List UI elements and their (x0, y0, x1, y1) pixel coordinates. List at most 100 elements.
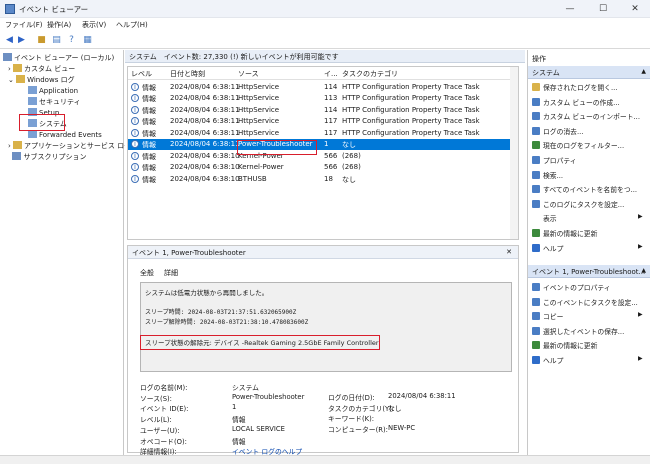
menu-action[interactable]: 操作(A) (47, 20, 71, 30)
action-label: 表示 (543, 215, 557, 224)
action-item[interactable]: 現在のログをフィルター... (532, 140, 624, 150)
help-icon (532, 243, 540, 252)
prop-label: ソース(S): (140, 394, 172, 403)
detail-title: イベント 1, Power-Troubleshooter (128, 246, 518, 259)
action-item[interactable]: ログの消去... (532, 126, 583, 136)
col-event-id[interactable]: イ... (324, 69, 338, 79)
table-row[interactable]: i 情報 2024/08/04 6:38:11 Power-Troubleshoote… (128, 138, 518, 150)
row-source: Kernel-Power (238, 163, 284, 171)
console-tree-icon[interactable]: ▤ (51, 35, 62, 46)
action-item[interactable]: コピー ▶ (532, 311, 643, 321)
forward-arrow-icon[interactable]: ▶ (16, 35, 27, 46)
tree-item-system[interactable]: システム (28, 119, 67, 129)
table-row[interactable]: i 情報 2024/08/04 6:38:11 HttpService 114 HTTP … (128, 104, 518, 116)
info-icon: i (131, 151, 139, 160)
tree-windows-logs[interactable]: ⌄ Windows ログ (8, 75, 75, 85)
back-arrow-icon[interactable]: ◀ (4, 35, 15, 46)
folder-icon (13, 64, 23, 72)
action-label: このイベントにタスクを設定... (543, 298, 638, 307)
action-item[interactable]: 保存されたログを開く... (532, 82, 617, 92)
prop-label: オペコード(O): (140, 437, 187, 446)
close-icon[interactable]: ✕ (506, 248, 512, 256)
action-item[interactable]: 最新の情報に更新 (532, 228, 597, 238)
table-row[interactable]: i 情報 2024/08/04 6:38:10 Kernel-Power 566 (268… (128, 162, 518, 174)
row-source: HttpService (238, 82, 280, 91)
menu-help[interactable]: ヘルプ(H) (116, 20, 148, 30)
log-icon (28, 86, 37, 94)
row-task-category: HTTP Configuration Property Trace Task (342, 117, 480, 125)
action-pane-icon[interactable]: ▦ (82, 35, 93, 46)
action-item[interactable]: 検索... (532, 170, 563, 180)
center-pane: システム イベント数: 27,330 (!) 新しいイベントが利用可能です レベ… (125, 50, 525, 456)
folder-icon[interactable]: ■ (36, 35, 47, 46)
action-item[interactable]: 表示 ▶ (532, 213, 643, 224)
row-event-id: 117 (324, 117, 338, 125)
col-datetime[interactable]: 日付と時刻 (170, 69, 205, 79)
action-item[interactable]: このイベントにタスクを設定... (532, 297, 638, 307)
tab-details[interactable]: 詳細 (164, 268, 178, 278)
table-row[interactable]: i 情報 2024/08/04 6:38:10 Kernel-Power 566 (268… (128, 150, 518, 162)
tree-root[interactable]: イベント ビューアー (ローカル) (3, 53, 114, 63)
menu-file[interactable]: ファイル(F) (5, 20, 43, 30)
action-label: 選択したイベントの保存... (543, 327, 625, 336)
action-item[interactable]: すべてのイベントを名前をつ... (532, 184, 637, 194)
action-item[interactable]: カスタム ビューの作成... (532, 97, 620, 107)
message-line-2: スリープ時間: 2024-08-03T21:37:51.632065900Z (145, 309, 297, 316)
table-row[interactable]: i 情報 2024/08/04 6:38:11 HttpService 113 HTTP … (128, 93, 518, 105)
table-row[interactable]: i 情報 2024/08/04 6:38:11 HttpService 117 HTTP … (128, 116, 518, 128)
prop-label: コンピューター(R): (328, 426, 388, 435)
tree-subscriptions[interactable]: サブスクリプション (8, 152, 86, 162)
tree-item-forwarded[interactable]: Forwarded Events (28, 130, 102, 140)
col-task-category[interactable]: タスクのカテゴリ (342, 69, 398, 79)
info-icon: i (131, 174, 139, 183)
action-item[interactable]: このログにタスクを設定... (532, 199, 624, 209)
info-icon: i (131, 105, 139, 114)
action-item[interactable]: カスタム ビューのインポート... (532, 111, 640, 121)
row-event-id: 114 (324, 82, 338, 91)
row-level: 情報 (142, 141, 156, 149)
table-row[interactable]: i 情報 2024/08/04 6:38:11 HttpService 114 HTTP … (128, 81, 518, 93)
help-icon[interactable]: ? (66, 35, 77, 46)
event-viewer-icon (5, 4, 15, 14)
tree-item-security[interactable]: セキュリティ (28, 97, 81, 107)
row-task-category: HTTP Configuration Property Trace Task (342, 82, 480, 91)
menu-view[interactable]: 表示(V) (82, 20, 106, 30)
actions-section-event[interactable]: イベント 1, Power-Troubleshoot... ▲ (528, 265, 650, 278)
row-task-category: なし (342, 141, 356, 149)
action-item[interactable]: イベントのプロパティ (532, 282, 611, 292)
event-list-scrollbar[interactable] (510, 67, 518, 239)
prop-value: 情報 (232, 416, 246, 425)
row-task-category: (268) (342, 163, 361, 171)
view-icon (532, 214, 540, 223)
prop-value: 1 (232, 403, 237, 412)
row-source: HttpService (238, 105, 280, 114)
prop-label: タスクのカテゴリ(Y): (328, 404, 395, 413)
table-row[interactable]: i 情報 2024/08/04 6:38:10 BTHUSB 18 なし (128, 173, 518, 185)
row-datetime: 2024/08/04 6:38:11 (170, 117, 240, 125)
close-button[interactable]: ✕ (620, 0, 650, 18)
minimize-button[interactable]: — (555, 0, 585, 18)
window-title: イベント ビューアー (19, 5, 89, 14)
tree-custom-views[interactable]: › カスタム ビュー (8, 64, 75, 74)
table-row[interactable]: i 情報 2024/08/04 6:38:11 HttpService 117 HTTP … (128, 127, 518, 139)
actions-header: 操作 (528, 52, 650, 65)
filter-icon (532, 141, 540, 150)
action-item[interactable]: 最新の情報に更新 (532, 340, 597, 350)
action-item[interactable]: ヘルプ ▶ (532, 355, 643, 365)
console-tree: イベント ビューアー (ローカル) › カスタム ビュー ⌄ Windows ロ… (0, 50, 131, 455)
action-item[interactable]: ヘルプ ▶ (532, 243, 643, 253)
col-level[interactable]: レベル (131, 69, 152, 79)
maximize-button[interactable]: ☐ (588, 0, 618, 18)
action-item[interactable]: プロパティ (532, 155, 577, 165)
col-source[interactable]: ソース (238, 69, 259, 79)
submenu-arrow-icon: ▶ (638, 311, 643, 319)
properties-icon (532, 156, 540, 164)
tree-apps-services[interactable]: › アプリケーションとサービス ログ (8, 141, 131, 151)
tree-item-setup[interactable]: Setup (28, 108, 59, 118)
tab-general[interactable]: 全般 (140, 268, 154, 278)
actions-section-system[interactable]: システム ▲ (528, 66, 650, 79)
action-item[interactable]: 選択したイベントの保存... (532, 326, 624, 336)
properties-icon (532, 283, 540, 291)
tree-item-application[interactable]: Application (28, 86, 78, 96)
action-label: カスタム ビューのインポート... (543, 113, 641, 122)
